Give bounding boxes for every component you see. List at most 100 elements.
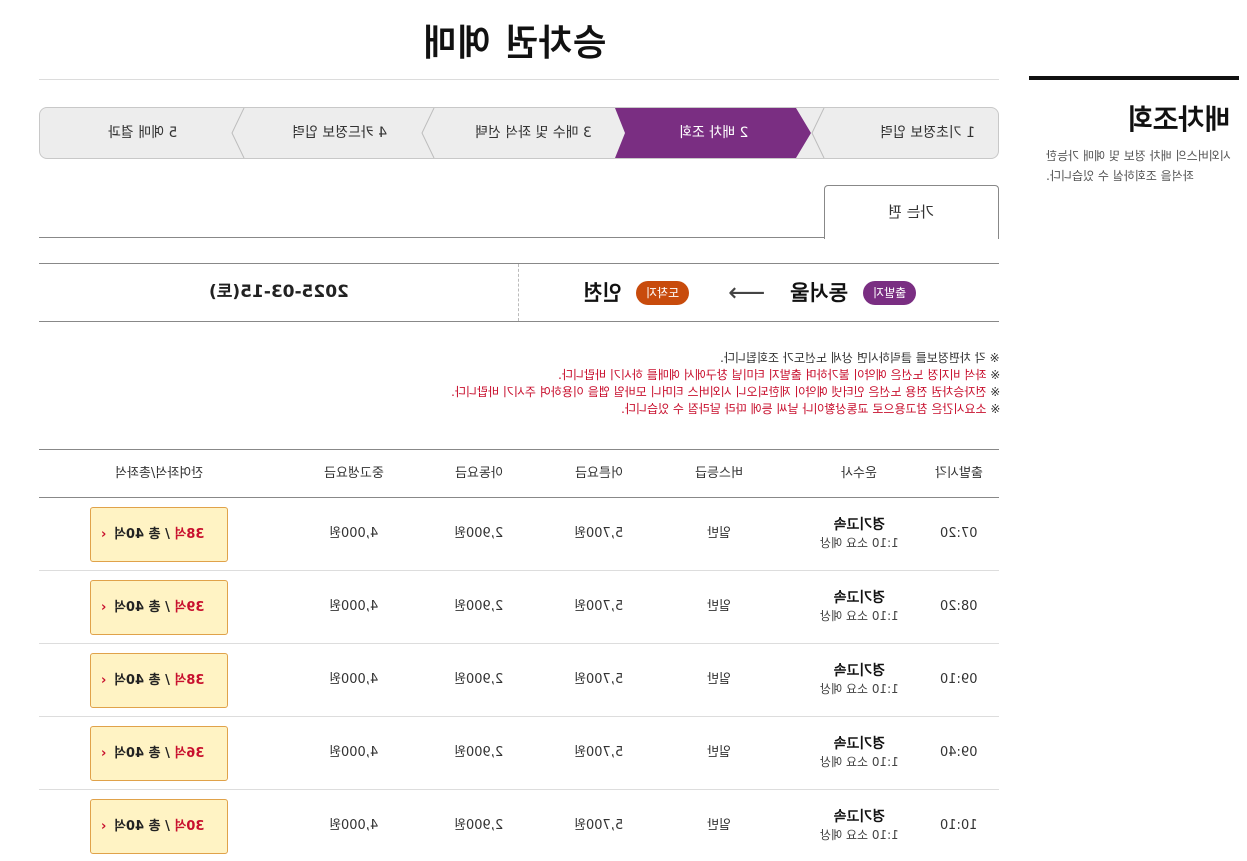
seats-total: / 총 40석 [113, 746, 175, 761]
child-fare: 2,900원 [454, 526, 504, 541]
departure-time: 10:10 [940, 818, 978, 833]
step-basic-info: 1 기초정보 입력 [880, 125, 976, 141]
table-row[interactable]: 07:20 경기고속 1:10 소요 예상 일반 5,700원 2,900원 4,000원 ›… [39, 498, 999, 571]
table-header: 출발시각 운수사 버스등급 어른요금 아동요금 중고생요금 잔여좌석/총좌석 [39, 449, 999, 498]
chevron-right-icon: › [101, 527, 107, 542]
select-seat-button[interactable]: › 38석 / 총 40석 [90, 507, 228, 562]
notice-item: ※ 각 차편정보를 클릭하시면 상세 노선도가 조회됩니다. [720, 351, 1000, 365]
seats-cell: › 39석 / 총 40석 [39, 571, 279, 643]
step-separator-icon [231, 108, 245, 158]
child-fare: 2,900원 [454, 818, 504, 833]
bus-class: 일반 [707, 818, 731, 833]
company-cell: 경기고속 1:10 소요 예상 [799, 790, 919, 861]
adult-fare: 5,700원 [574, 526, 624, 541]
seats-total: / 총 40석 [113, 527, 175, 542]
company-name: 경기고속 [833, 517, 885, 533]
notice-list: ※ 각 차편정보를 클릭하시면 상세 노선도가 조회됩니다. ※ 좌석 비지정 … [380, 350, 1000, 418]
departure-badge: 출발지 [863, 281, 917, 305]
table-row[interactable]: 08:20 경기고속 1:10 소요 예상 일반 5,700원 2,900원 4,000원 ›… [39, 571, 999, 644]
chevron-right-icon: › [101, 819, 107, 834]
departure-time: 07:20 [940, 526, 978, 541]
tab-outbound[interactable]: 가는 편 [824, 185, 999, 239]
adult-fare: 5,700원 [574, 818, 624, 833]
chevron-right-icon: › [101, 746, 107, 761]
seats-available: 39석 [174, 600, 205, 615]
notice-item: ※ 전자승차권 전용 노선은 인터넷 예약이 제한되오니 시외버스 티머니 모바… [450, 385, 1000, 399]
schedule-table: 출발시각 운수사 버스등급 어른요금 아동요금 중고생요금 잔여좌석/총좌석 0… [39, 449, 999, 861]
company-name: 경기고속 [833, 809, 885, 825]
side-panel-title: 배차조회 [1126, 103, 1230, 136]
student-fare: 4,000원 [329, 672, 379, 687]
step-result: 5 예매 결과 [107, 125, 178, 141]
bus-class: 일반 [707, 745, 731, 760]
student-fare: 4,000원 [329, 818, 379, 833]
header-child-fare: 아동요금 [455, 466, 503, 481]
booking-stepper: 1 기초정보 입력 2 배차 조회 3 매수 및 좌석 선택 4 카드정보 입력… [39, 107, 999, 159]
departure-terminal: 동서울 [790, 281, 848, 305]
company-cell: 경기고속 1:10 소요 예상 [799, 571, 919, 643]
select-seat-button[interactable]: › 38석 / 총 40석 [90, 653, 228, 708]
header-adult-fare: 어른요금 [575, 466, 623, 481]
select-seat-button[interactable]: › 36석 / 총 40석 [90, 726, 228, 781]
company-cell: 경기고속 1:10 소요 예상 [799, 644, 919, 716]
seats-cell: › 36석 / 총 40석 [39, 717, 279, 789]
departure-time: 09:10 [940, 672, 978, 687]
step-separator-icon [811, 108, 825, 158]
company-cell: 경기고속 1:10 소요 예상 [799, 498, 919, 570]
seats-total: / 총 40석 [113, 819, 175, 834]
page-title: 승차권 예매 [421, 23, 607, 64]
header-company: 운수사 [841, 466, 877, 481]
seats-cell: › 30석 / 총 40석 [39, 790, 279, 861]
company-name: 경기고속 [833, 736, 885, 752]
step-card-info: 4 카드정보 입력 [292, 125, 388, 141]
child-fare: 2,900원 [454, 672, 504, 687]
header-seats: 잔여좌석/총좌석 [114, 466, 204, 481]
company-name: 경기고속 [833, 663, 885, 679]
seats-total: / 총 40석 [113, 673, 175, 688]
child-fare: 2,900원 [454, 745, 504, 760]
travel-duration: 1:10 소요 예상 [819, 609, 899, 623]
chevron-right-icon: › [101, 600, 107, 615]
seats-available: 38석 [174, 527, 205, 542]
seats-cell: › 38석 / 총 40석 [39, 498, 279, 570]
adult-fare: 5,700원 [574, 745, 624, 760]
departure-time: 08:20 [940, 599, 978, 614]
student-fare: 4,000원 [329, 599, 379, 614]
select-seat-button[interactable]: › 30석 / 총 40석 [90, 799, 228, 854]
notice-item: ※ 좌석 비지정 노선은 예약이 불가하며 출발지 터미널 창구에서 예매를 하… [557, 368, 1000, 382]
route-divider [518, 264, 519, 321]
company-name: 경기고속 [833, 590, 885, 606]
adult-fare: 5,700원 [574, 599, 624, 614]
header-bus-class: 버스등급 [695, 466, 743, 481]
table-row[interactable]: 10:10 경기고속 1:10 소요 예상 일반 5,700원 2,900원 4,000원 ›… [39, 790, 999, 861]
step-schedule-search: 2 배차 조회 [615, 108, 811, 158]
travel-duration: 1:10 소요 예상 [819, 828, 899, 842]
select-seat-button[interactable]: › 39석 / 총 40석 [90, 580, 228, 635]
travel-duration: 1:10 소요 예상 [819, 682, 899, 696]
seats-available: 38석 [174, 673, 205, 688]
chevron-right-icon: › [101, 673, 107, 688]
step-separator-icon [421, 108, 435, 158]
departure-time: 09:40 [940, 745, 978, 760]
side-panel-description: 시외버스의 배차 정보 및 예매 가능한 좌석을 조회하실 수 있습니다. [1046, 149, 1231, 183]
title-divider [39, 79, 999, 80]
notice-item: ※ 소요시간은 참고용으로 교통상황이나 날씨 등에 따라 달라질 수 있습니다… [620, 402, 1000, 416]
seats-available: 36석 [174, 746, 205, 761]
adult-fare: 5,700원 [574, 672, 624, 687]
travel-duration: 1:10 소요 예상 [819, 755, 899, 769]
child-fare: 2,900원 [454, 599, 504, 614]
table-row[interactable]: 09:40 경기고속 1:10 소요 예상 일반 5,700원 2,900원 4,000원 ›… [39, 717, 999, 790]
bus-class: 일반 [707, 672, 731, 687]
arrow-left-icon: ⟵ [728, 278, 766, 308]
tab-underline [39, 237, 825, 238]
header-student-fare: 중고생요금 [324, 466, 384, 481]
bus-class: 일반 [707, 526, 731, 541]
side-panel-rule [1029, 76, 1239, 80]
student-fare: 4,000원 [329, 745, 379, 760]
company-cell: 경기고속 1:10 소요 예상 [799, 717, 919, 789]
arrival-terminal: 인천 [583, 281, 622, 305]
bus-class: 일반 [707, 599, 731, 614]
route-summary: 2025-03-15(토) 출발지 동서울 ⟵ 도착지 인천 [39, 263, 999, 322]
table-row[interactable]: 09:10 경기고속 1:10 소요 예상 일반 5,700원 2,900원 4,000원 ›… [39, 644, 999, 717]
travel-duration: 1:10 소요 예상 [819, 536, 899, 550]
